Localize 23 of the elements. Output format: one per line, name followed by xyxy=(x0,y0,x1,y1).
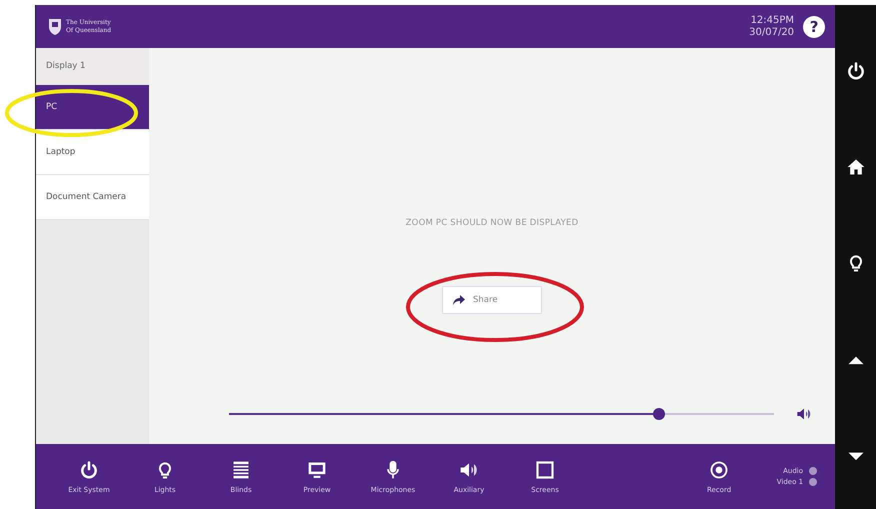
monitor-icon xyxy=(307,460,327,480)
side-button[interactable] xyxy=(846,61,866,82)
blinds-icon xyxy=(231,460,251,480)
source-item[interactable]: Document Camera xyxy=(36,175,149,220)
share-button[interactable]: Share xyxy=(442,286,542,314)
share-arrow-icon xyxy=(453,295,466,305)
square-icon xyxy=(535,460,555,480)
speaker-icon xyxy=(796,406,812,422)
status-message: ZOOM PC SHOULD NOW BE DISPLAYED xyxy=(406,218,578,228)
indicator-dot xyxy=(809,467,818,475)
record-icon xyxy=(709,460,730,480)
slider-thumb[interactable] xyxy=(653,408,666,420)
indicator-dot xyxy=(809,478,818,486)
source-item[interactable]: Laptop xyxy=(36,130,149,175)
clock-date: 30/07/20 xyxy=(749,26,794,38)
home-icon xyxy=(846,157,866,178)
crest-icon xyxy=(48,18,62,36)
section-heading: Display 1 xyxy=(36,48,149,85)
clock-time: 12:45PM xyxy=(750,14,794,26)
power-icon xyxy=(79,460,99,480)
power-icon xyxy=(846,61,866,82)
side-button[interactable] xyxy=(846,157,866,178)
help-button[interactable]: ? xyxy=(803,16,826,38)
